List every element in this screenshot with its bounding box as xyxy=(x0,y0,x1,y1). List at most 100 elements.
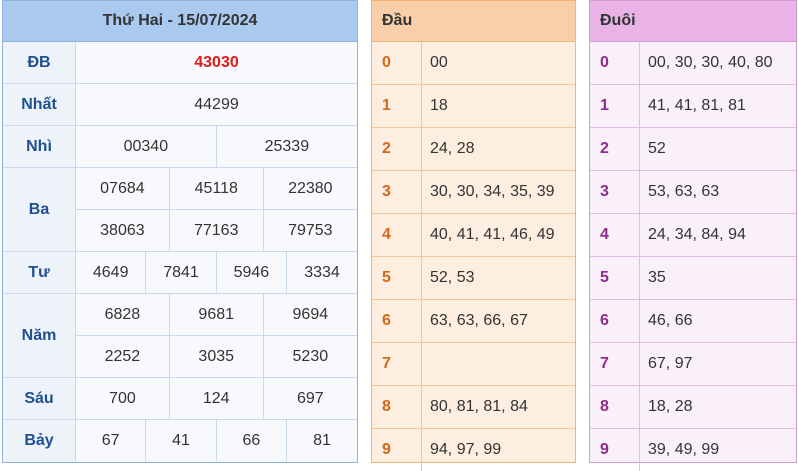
prize-row-ba: Ba 07684 45118 22380 xyxy=(3,167,357,252)
dau-row: 5 52, 53 xyxy=(372,257,575,300)
duoi-values: 46, 66 xyxy=(648,312,693,329)
duoi-row: 6 46, 66 xyxy=(590,300,796,343)
prize-row-nhat: Nhất 44299 xyxy=(3,83,357,126)
prize-number: 3334 xyxy=(286,251,357,294)
duoi-key: 1 xyxy=(590,85,640,127)
prize-number: 9694 xyxy=(262,293,357,336)
prize-label: Nhì xyxy=(3,125,76,168)
duoi-row: 3 53, 63, 63 xyxy=(590,171,796,214)
prize-number: 7841 xyxy=(145,251,217,294)
duoi-key: 8 xyxy=(590,386,640,428)
dau-key: 7 xyxy=(372,343,422,385)
prize-row-db: ĐB 43030 xyxy=(3,42,357,84)
dau-table: Đầu 0 00 1 18 2 24, 28 3 30, 30, 34, 35, 39 … xyxy=(371,0,576,471)
prize-label: Nhất xyxy=(3,83,76,126)
duoi-row: 7 67, 97 xyxy=(590,343,796,386)
duoi-values: 52 xyxy=(648,140,666,157)
dau-row: 8 80, 81, 81, 84 xyxy=(372,386,575,429)
dau-key: 0 xyxy=(372,42,422,84)
prize-number: 4649 xyxy=(74,251,147,294)
prize-number: 25339 xyxy=(215,125,357,168)
prize-number: 77163 xyxy=(168,209,264,252)
dau-row: 1 18 xyxy=(372,85,575,128)
dau-header: Đầu xyxy=(372,1,575,42)
prize-label: Tư xyxy=(3,251,76,294)
prize-number: 00340 xyxy=(75,125,217,168)
prize-number: 697 xyxy=(262,377,357,420)
prize-number: 41 xyxy=(145,419,217,461)
prize-number: 2252 xyxy=(75,335,170,378)
duoi-key: 7 xyxy=(590,343,640,385)
prize-number: 124 xyxy=(168,377,264,420)
prize-table: ĐB 43030 Nhất 44299 Nhì 00340 25339 Ba 0… xyxy=(3,42,357,461)
dau-key: 1 xyxy=(372,85,422,127)
dau-key: 3 xyxy=(372,171,422,213)
dau-values: 30, 30, 34, 35, 39 xyxy=(430,183,555,200)
dau-key: 6 xyxy=(372,300,422,342)
prize-number: 79753 xyxy=(262,209,357,252)
prize-number: 700 xyxy=(75,377,170,420)
prize-number: 9681 xyxy=(168,293,264,336)
duoi-key: 2 xyxy=(590,128,640,170)
dau-row: 7 xyxy=(372,343,575,386)
dau-key: 5 xyxy=(372,257,422,299)
prize-row-tu: Tư 4649 7841 5946 3334 xyxy=(3,251,357,294)
prize-label: ĐB xyxy=(3,42,76,84)
prize-number: 44299 xyxy=(75,83,357,126)
dau-values xyxy=(422,343,575,385)
prize-number: 43030 xyxy=(75,42,357,84)
dau-values: 52, 53 xyxy=(430,269,475,286)
dau-key: 9 xyxy=(372,429,422,471)
duoi-values: 24, 34, 84, 94 xyxy=(648,226,746,243)
dau-values: 94, 97, 99 xyxy=(430,441,502,458)
duoi-key: 3 xyxy=(590,171,640,213)
duoi-key: 4 xyxy=(590,214,640,256)
prize-number: 66 xyxy=(215,419,288,461)
dau-values: 18 xyxy=(430,97,448,114)
prize-label: Bảy xyxy=(3,419,76,461)
duoi-values: 00, 30, 30, 40, 80 xyxy=(648,54,773,71)
dau-key: 2 xyxy=(372,128,422,170)
duoi-values: 41, 41, 81, 81 xyxy=(648,97,746,114)
prize-number: 45118 xyxy=(168,167,264,210)
prize-row-sau: Sáu 700 124 697 xyxy=(3,377,357,420)
dau-values: 80, 81, 81, 84 xyxy=(430,398,528,415)
prize-row-nhi: Nhì 00340 25339 xyxy=(3,125,357,168)
prize-label: Sáu xyxy=(3,377,76,420)
dau-row: 3 30, 30, 34, 35, 39 xyxy=(372,171,575,214)
duoi-values: 53, 63, 63 xyxy=(648,183,720,200)
prize-row-bay: Bảy 67 41 66 81 xyxy=(3,419,357,461)
duoi-values: 67, 97 xyxy=(648,355,693,372)
dau-values: 63, 63, 66, 67 xyxy=(430,312,528,329)
duoi-values: 18, 28 xyxy=(648,398,693,415)
duoi-row: 1 41, 41, 81, 81 xyxy=(590,85,796,128)
duoi-row: 8 18, 28 xyxy=(590,386,796,429)
prize-number: 5230 xyxy=(262,335,357,378)
dau-values: 00 xyxy=(430,54,448,71)
prize-row-nam: Năm 6828 9681 9694 xyxy=(3,293,357,378)
dau-row: 6 63, 63, 66, 67 xyxy=(372,300,575,343)
duoi-row: 0 00, 30, 30, 40, 80 xyxy=(590,42,796,85)
prize-label: Năm xyxy=(3,293,76,378)
duoi-key: 9 xyxy=(590,429,640,471)
results-table: Thứ Hai - 15/07/2024 ĐB 43030 Nhất 44299… xyxy=(2,0,358,463)
dau-row: 0 00 xyxy=(372,42,575,85)
prize-label: Ba xyxy=(3,167,76,252)
dau-key: 8 xyxy=(372,386,422,428)
dau-values: 24, 28 xyxy=(430,140,475,157)
prize-number: 6828 xyxy=(75,293,170,336)
duoi-values: 39, 49, 99 xyxy=(648,441,720,458)
prize-number: 07684 xyxy=(75,167,170,210)
dau-row: 2 24, 28 xyxy=(372,128,575,171)
duoi-key: 0 xyxy=(590,42,640,84)
duoi-key: 5 xyxy=(590,257,640,299)
dau-key: 4 xyxy=(372,214,422,256)
duoi-row: 9 39, 49, 99 xyxy=(590,429,796,471)
duoi-table: Đuôi 0 00, 30, 30, 40, 80 1 41, 41, 81, 81… xyxy=(589,0,797,471)
draw-date-title: Thứ Hai - 15/07/2024 xyxy=(3,1,357,42)
duoi-row: 5 35 xyxy=(590,257,796,300)
prize-number: 81 xyxy=(286,419,357,461)
duoi-key: 6 xyxy=(590,300,640,342)
prize-number: 22380 xyxy=(262,167,357,210)
prize-number: 67 xyxy=(74,419,147,461)
